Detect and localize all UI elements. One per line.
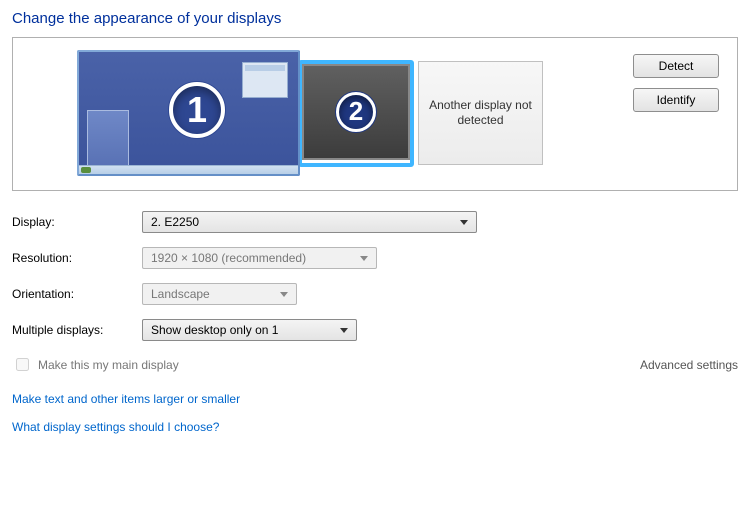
resolution-select: 1920 × 1080 (recommended) <box>142 247 377 269</box>
monitor-layout[interactable]: 1 2 Another display not detected <box>27 50 633 176</box>
chevron-down-icon <box>356 248 372 268</box>
display-select[interactable]: 2. E2250 <box>142 211 477 233</box>
taskbar-thumbnail <box>79 165 298 174</box>
display-select-value: 2. E2250 <box>151 215 199 229</box>
display-label: Display: <box>12 215 142 229</box>
monitor-number-badge: 2 <box>336 92 376 132</box>
main-display-checkbox-label: Make this my main display <box>38 358 179 372</box>
window-thumbnail <box>242 62 288 98</box>
advanced-settings-link[interactable]: Advanced settings <box>640 358 738 372</box>
main-display-checkbox-input <box>16 358 29 371</box>
page-title: Change the appearance of your displays <box>12 10 738 27</box>
main-display-checkbox: Make this my main display <box>12 355 179 374</box>
orientation-select: Landscape <box>142 283 297 305</box>
monitor-number-badge: 1 <box>169 82 225 138</box>
multiple-displays-select[interactable]: Show desktop only on 1 <box>142 319 357 341</box>
identify-button[interactable]: Identify <box>633 88 719 112</box>
detect-button[interactable]: Detect <box>633 54 719 78</box>
display-not-detected-placeholder[interactable]: Another display not detected <box>418 61 543 165</box>
monitor-2-selected[interactable]: 2 <box>298 60 414 167</box>
monitor-1[interactable]: 1 <box>77 50 300 176</box>
resolution-label: Resolution: <box>12 251 142 265</box>
help-link[interactable]: What display settings should I choose? <box>12 420 738 434</box>
chevron-down-icon <box>336 320 352 340</box>
orientation-select-value: Landscape <box>151 287 210 301</box>
orientation-label: Orientation: <box>12 287 142 301</box>
chevron-down-icon <box>276 284 292 304</box>
display-preview-area: 1 2 Another display not detected Detect … <box>12 37 738 191</box>
text-size-link[interactable]: Make text and other items larger or smal… <box>12 392 738 406</box>
chevron-down-icon <box>456 212 472 232</box>
resolution-select-value: 1920 × 1080 (recommended) <box>151 251 306 265</box>
window-thumbnail <box>87 110 129 166</box>
multiple-displays-label: Multiple displays: <box>12 323 142 337</box>
not-detected-text: Another display not detected <box>419 98 542 128</box>
multiple-displays-value: Show desktop only on 1 <box>151 323 278 337</box>
